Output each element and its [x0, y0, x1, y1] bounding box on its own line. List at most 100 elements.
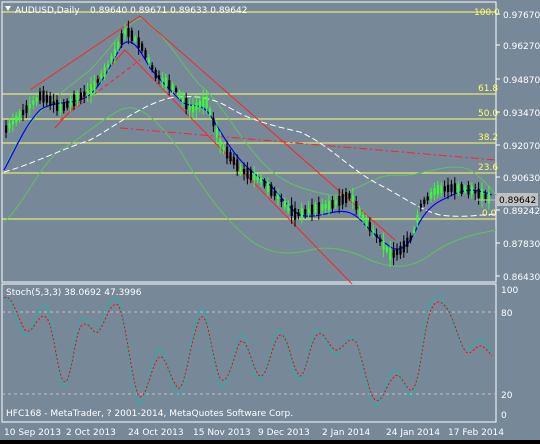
fib-label-61-8: 61.8: [478, 84, 498, 94]
candle-body: [277, 194, 280, 200]
fib-label-100: 100.0: [474, 8, 500, 18]
candle-body: [181, 95, 184, 103]
candle-body: [280, 198, 283, 203]
fib-label-50: 50.0: [478, 109, 498, 119]
time-tick-label: 15 Nov 2013: [193, 428, 251, 438]
candle-body: [260, 177, 263, 183]
candle-body: [141, 43, 144, 51]
candle-body: [11, 120, 14, 125]
candle-body: [287, 203, 290, 211]
time-tick-label: 2 Jan 2014: [322, 428, 370, 438]
candle-body: [171, 84, 174, 91]
candle-body: [477, 188, 480, 199]
candle-body: [436, 185, 439, 195]
candle-body: [5, 125, 8, 133]
time-tick-label: 24 Jan 2014: [386, 428, 440, 438]
candle-body: [464, 186, 467, 193]
candle-body: [328, 200, 331, 211]
candle-body: [59, 103, 62, 112]
time-tick-label: 10 Sep 2013: [4, 428, 61, 438]
main-chart-area[interactable]: [1, 1, 497, 283]
candle-body: [348, 193, 351, 199]
candle-body: [22, 109, 25, 116]
candle-body: [457, 183, 460, 194]
candle-body: [90, 84, 93, 96]
candle-body: [392, 249, 395, 258]
price-tick-label: 0.97670: [503, 11, 540, 21]
candle-body: [460, 184, 463, 194]
candle-body: [49, 96, 52, 106]
candle-body: [338, 196, 341, 206]
candle-body: [243, 168, 246, 175]
candle-body: [304, 209, 307, 215]
candle-body: [290, 205, 293, 217]
stoch-title-label: Stoch(5,3,3) 38.0692 47.3996: [6, 288, 142, 298]
fib-label-38-2: 38.2: [478, 133, 498, 143]
candle-body: [226, 146, 229, 159]
current-price-label: 0.89642: [499, 196, 536, 206]
candle-body: [416, 214, 419, 223]
candle-body: [314, 204, 317, 214]
stoch-level-label: 0: [501, 411, 507, 421]
candle-body: [107, 64, 110, 68]
candle-body: [52, 101, 55, 106]
candle-body: [124, 29, 127, 35]
candle-body: [294, 208, 297, 220]
price-tick-label: 0.86430: [503, 273, 540, 283]
candle-body: [66, 100, 69, 108]
candle-body: [351, 195, 354, 202]
candle-body: [110, 55, 113, 63]
candle-body: [474, 190, 477, 194]
price-tick-label: 0.90630: [503, 174, 540, 184]
candle-body: [178, 91, 181, 98]
candle-body: [32, 100, 35, 105]
candle-body: [487, 192, 490, 204]
candle-body: [127, 27, 130, 37]
candle-body: [209, 108, 212, 116]
candle-body: [426, 196, 429, 201]
symbol-timeframe-label: AUDUSD,Daily: [15, 6, 80, 16]
candle-body: [419, 203, 422, 208]
candle-body: [28, 104, 31, 108]
candle-body: [413, 229, 416, 234]
candle-body: [229, 152, 232, 162]
candle-body: [334, 200, 337, 205]
candle-body: [368, 222, 371, 232]
candle-body: [402, 240, 405, 253]
candle-body: [239, 166, 242, 173]
candle-body: [440, 185, 443, 193]
candle-body: [453, 183, 456, 194]
candle-body: [311, 204, 314, 215]
candle-body: [76, 94, 79, 102]
candle-body: [481, 189, 484, 201]
candle-body: [134, 37, 137, 42]
price-tick-label: 0.92070: [503, 142, 540, 152]
candle-body: [266, 181, 269, 192]
candle-body: [382, 240, 385, 250]
copyright-label: HFC168 - MetaTrader, ? 2001-2014, MetaQu…: [6, 409, 293, 419]
time-axis: 10 Sep 2013 2 Oct 2013 24 Oct 2013 15 No…: [4, 428, 504, 438]
candle-body: [86, 89, 89, 95]
candle-body: [144, 50, 147, 58]
candle-body: [365, 218, 368, 227]
candle-body: [385, 247, 388, 252]
candle-body: [192, 104, 195, 113]
candle-body: [409, 235, 412, 241]
candle-body: [362, 214, 365, 221]
price-tick-label: 0.89242: [503, 207, 540, 217]
time-tick-label: 17 Feb 2014: [448, 428, 504, 438]
candle-body: [117, 41, 120, 50]
candle-body: [375, 234, 378, 238]
candle-body: [307, 208, 310, 214]
candle-body: [168, 80, 171, 90]
candle-body: [83, 91, 86, 97]
candle-body: [256, 176, 259, 181]
candle-body: [137, 37, 140, 48]
candle-body: [15, 115, 18, 123]
candle-body: [198, 100, 201, 108]
candle-body: [113, 48, 116, 56]
candle-body: [8, 123, 11, 129]
candle-body: [406, 237, 409, 247]
candle-body: [321, 204, 324, 211]
candle-body: [443, 186, 446, 192]
